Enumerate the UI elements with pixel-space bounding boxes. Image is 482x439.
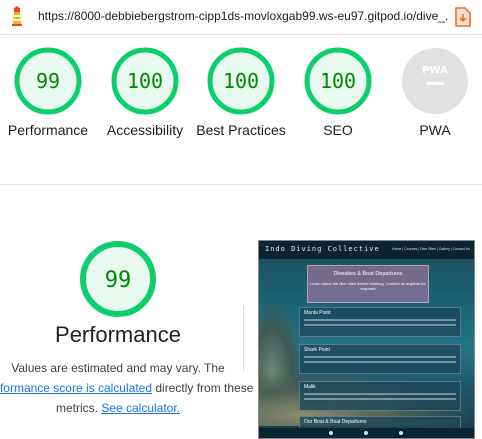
pwa-badge-icon: PWA: [402, 48, 468, 114]
site-panel: Manta Point: [299, 307, 461, 337]
score-ring: 99: [14, 47, 82, 115]
text-line: [304, 324, 456, 326]
performance-score-gauge: 99: [80, 241, 156, 317]
text-line: [304, 393, 456, 395]
score-ring: 100: [304, 47, 372, 115]
site-panel: Malik: [299, 381, 461, 411]
pwa-badge-text: PWA: [422, 65, 448, 76]
section-divider: [0, 184, 482, 185]
site-panel-title: Our Boat & Boat Departures: [304, 419, 367, 425]
score-ring: 100: [111, 47, 179, 115]
text-line: [304, 319, 456, 321]
gauge-label: Performance: [7, 122, 89, 138]
lighthouse-logo-icon: [12, 6, 22, 26]
description-text: directly from these: [152, 381, 254, 395]
performance-description: Values are estimated and may vary. The p…: [0, 358, 254, 418]
site-nav-links: Home | Courses | Dive Sites | Gallery | …: [392, 247, 470, 251]
description-text: metrics.: [55, 401, 102, 415]
gauge-label: Accessibility: [106, 122, 184, 138]
site-panel-title: Shark Point: [304, 347, 330, 353]
gauge-accessibility[interactable]: 100 Accessibility: [97, 46, 193, 140]
score-ring: 100: [207, 47, 275, 115]
text-line: [304, 361, 456, 363]
performance-heading: Performance: [55, 322, 181, 347]
score-value: 99: [36, 69, 60, 93]
description-text: Values are estimated and may vary. The: [11, 361, 225, 375]
site-navbar: Indo Diving Collective Home | Courses | …: [259, 241, 474, 259]
gauge-pwa[interactable]: PWA PWA: [387, 46, 482, 140]
report-header-bar: https://8000-debbiebergstrom-cipp1ds-mov…: [0, 0, 482, 35]
social-icon: [399, 431, 403, 435]
score-value: 100: [223, 69, 259, 93]
site-panel-title: Malik: [304, 384, 316, 390]
final-screenshot-thumbnail[interactable]: Indo Diving Collective Home | Courses | …: [258, 240, 475, 439]
performance-score-value: 99: [105, 268, 132, 293]
site-brand: Indo Diving Collective: [265, 245, 380, 253]
social-icon: [364, 431, 368, 435]
text-line: [304, 398, 456, 400]
download-icon[interactable]: [453, 6, 473, 28]
site-hero: Divesites & Boat Departures Learn about …: [307, 265, 429, 303]
gauge-best-practices[interactable]: 100 Best Practices: [193, 46, 289, 140]
site-hero-subtitle: Learn about the dive sites before bookin…: [310, 281, 426, 291]
score-value: 100: [320, 69, 356, 93]
column-divider: [243, 306, 244, 372]
report-url[interactable]: https://8000-debbiebergstrom-cipp1ds-mov…: [38, 9, 448, 23]
social-icon: [329, 431, 333, 435]
gauge-label: PWA: [419, 122, 451, 138]
score-value: 100: [127, 69, 163, 93]
gauge-performance[interactable]: 99 Performance: [0, 46, 96, 140]
gauge-label: Best Practices: [196, 122, 286, 138]
site-panel: Shark Point: [299, 344, 461, 374]
see-calculator-link[interactable]: See calculator.: [101, 401, 180, 415]
text-line: [304, 356, 456, 358]
score-calculation-link[interactable]: performance score is calculated: [0, 381, 152, 395]
site-hero-title: Divesites & Boat Departures: [333, 271, 403, 277]
gauge-label: SEO: [323, 122, 353, 138]
site-panel-title: Manta Point: [304, 310, 331, 316]
gauge-seo[interactable]: 100 SEO: [290, 46, 386, 140]
